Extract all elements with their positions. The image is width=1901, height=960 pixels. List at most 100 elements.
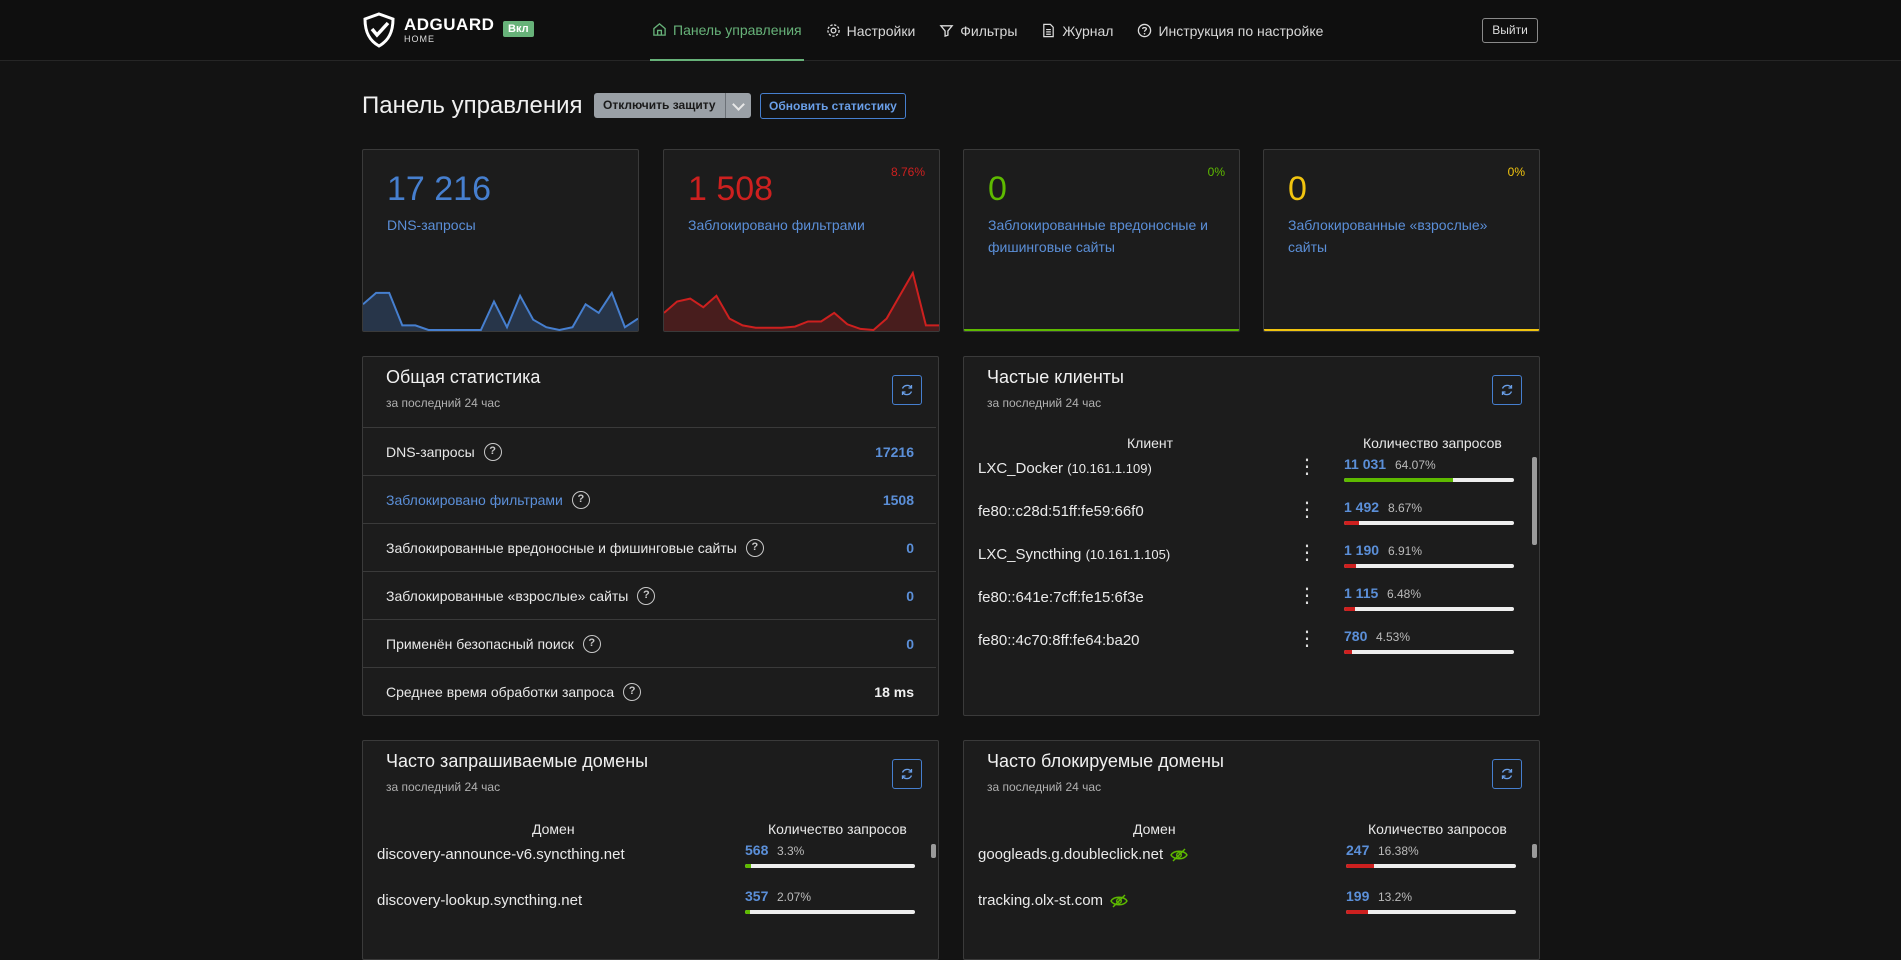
- protection-status-badge: Вкл: [503, 21, 534, 37]
- more-options-icon[interactable]: ⋮: [1297, 500, 1317, 520]
- more-options-icon[interactable]: ⋮: [1297, 586, 1317, 606]
- card-label: Заблокированные вредоносные и фишинговые…: [988, 217, 1208, 255]
- stat-row-safesearch: Применён безопасный поиск? 0: [363, 619, 936, 667]
- card-percent: 8.76%: [890, 165, 925, 179]
- row-name-text: discovery-announce-v6.syncthing.net: [377, 846, 625, 863]
- stat-row-malware: Заблокированные вредоносные и фишинговые…: [363, 523, 936, 571]
- scrollbar-thumb[interactable]: [931, 844, 936, 858]
- row-count[interactable]: 247: [1346, 842, 1369, 858]
- refresh-statistics-button[interactable]: Обновить статистику: [760, 93, 906, 119]
- domain-name[interactable]: discovery-lookup.syncthing.net: [377, 892, 582, 909]
- refresh-button[interactable]: [892, 759, 922, 789]
- adguard-logo[interactable]: ADGUARD HOME: [362, 12, 494, 48]
- blocked-sparkline: [664, 270, 939, 331]
- top-navbar: ADGUARD HOME Вкл Панель управления Настр…: [0, 0, 1901, 61]
- client-name[interactable]: fe80::4c70:8ff:fe64:ba20: [978, 632, 1140, 649]
- progress-fill: [1344, 564, 1356, 568]
- refresh-button[interactable]: [1492, 759, 1522, 789]
- client-name[interactable]: LXC_Syncthing (10.161.1.105): [978, 546, 1170, 563]
- row-count[interactable]: 1 190: [1344, 542, 1379, 558]
- stat-value[interactable]: 0: [906, 540, 914, 556]
- domain-name[interactable]: tracking.olx-st.com: [978, 892, 1129, 909]
- row-percent: 64.07%: [1395, 458, 1436, 472]
- panel-subtitle: за последний 24 час: [386, 396, 501, 410]
- sparkline-area: [664, 273, 939, 331]
- refresh-icon: [1501, 768, 1513, 780]
- client-name[interactable]: LXC_Docker (10.161.1.109): [978, 460, 1152, 477]
- scrollbar-thumb[interactable]: [1532, 457, 1537, 545]
- row-count[interactable]: 11 031: [1344, 456, 1386, 472]
- help-icon[interactable]: ?: [483, 442, 502, 461]
- gear-icon: [826, 24, 840, 37]
- row-percent: 2.07%: [777, 890, 812, 904]
- progress-fill: [1344, 521, 1359, 525]
- stat-value[interactable]: 1508: [883, 492, 914, 508]
- row-percent: 4.53%: [1376, 630, 1411, 644]
- stat-label: Среднее время обработки запроса: [386, 683, 615, 700]
- stat-value[interactable]: 17216: [875, 444, 914, 460]
- nav-query-log[interactable]: Журнал: [1039, 0, 1115, 61]
- nav-dashboard[interactable]: Панель управления: [650, 0, 804, 61]
- card-percent: 0%: [1507, 165, 1525, 179]
- stat-label-link[interactable]: Заблокировано фильтрами: [386, 492, 563, 508]
- row-name-text: LXC_Syncthing: [978, 546, 1082, 563]
- domain-name[interactable]: discovery-announce-v6.syncthing.net: [377, 846, 625, 863]
- row-name-text: fe80::641e:7cff:fe15:6f3e: [978, 589, 1144, 606]
- nav-query-log-label: Журнал: [1062, 22, 1114, 39]
- stat-value[interactable]: 0: [906, 636, 914, 652]
- progress-bar: [1344, 521, 1514, 525]
- row-count[interactable]: 1 492: [1344, 499, 1379, 515]
- scrollbar-thumb[interactable]: [1532, 844, 1537, 858]
- disable-protection-button[interactable]: Отключить защиту: [594, 93, 725, 118]
- panel-title: Общая статистика: [386, 367, 541, 387]
- stat-label: Заблокированные «взрослые» сайты: [386, 587, 629, 604]
- client-name[interactable]: fe80::c28d:51ff:fe59:66f0: [978, 503, 1144, 520]
- stat-row-avg-time: Среднее время обработки запроса? 18 ms: [363, 667, 936, 715]
- nav-filters-label: Фильтры: [960, 22, 1018, 39]
- client-ip: (10.161.1.109): [1067, 461, 1152, 476]
- row-name-text: fe80::4c70:8ff:fe64:ba20: [978, 632, 1140, 649]
- refresh-button[interactable]: [1492, 375, 1522, 405]
- client-name[interactable]: fe80::641e:7cff:fe15:6f3e: [978, 589, 1144, 606]
- help-icon[interactable]: ?: [571, 490, 590, 509]
- row-count[interactable]: 780: [1344, 628, 1367, 644]
- card-label: Заблокированные «взрослые» сайты: [1288, 217, 1488, 255]
- table-row: tracking.olx-st.com 199 13.2%: [964, 876, 1524, 928]
- more-options-icon[interactable]: ⋮: [1297, 629, 1317, 649]
- logo-main-text: ADGUARD: [404, 15, 495, 34]
- more-options-icon[interactable]: ⋮: [1297, 457, 1317, 477]
- nav-setup-guide[interactable]: Инструкция по настройке: [1135, 0, 1325, 61]
- logout-button[interactable]: Выйти: [1482, 18, 1538, 43]
- table-row: discovery-announce-v6.syncthing.net 568 3.…: [363, 830, 923, 882]
- row-count[interactable]: 199: [1346, 888, 1369, 904]
- stat-value[interactable]: 0: [906, 588, 914, 604]
- row-name-text: tracking.olx-st.com: [978, 892, 1104, 909]
- refresh-button[interactable]: [892, 375, 922, 405]
- table-row: fe80::4c70:8ff:fe64:ba20 ⋮ 780 4.53%: [964, 616, 1524, 668]
- help-icon[interactable]: ?: [623, 682, 642, 701]
- nav-setup-guide-label: Инструкция по настройке: [1158, 22, 1324, 39]
- table-row: discovery-lookup.syncthing.net 357 2.07%: [363, 876, 923, 928]
- domain-name[interactable]: googleads.g.doubleclick.net: [978, 846, 1189, 863]
- row-count[interactable]: 1 115: [1344, 585, 1378, 601]
- card-value: 0: [1288, 170, 1307, 208]
- help-icon[interactable]: ?: [637, 586, 656, 605]
- progress-bar: [1346, 910, 1516, 914]
- card-baseline: [1264, 329, 1539, 331]
- help-icon[interactable]: ?: [745, 538, 764, 557]
- row-count[interactable]: 357: [745, 888, 768, 904]
- disable-protection-split-button: Отключить защиту: [594, 93, 751, 118]
- nav-filters[interactable]: Фильтры: [937, 0, 1019, 61]
- shield-check-icon: [363, 12, 395, 48]
- chevron-down-icon[interactable]: [724, 93, 751, 118]
- panel-subtitle: за последний 24 час: [386, 780, 501, 794]
- help-icon[interactable]: ?: [582, 634, 601, 653]
- row-count[interactable]: 568: [745, 842, 768, 858]
- eye-off-icon[interactable]: [1109, 893, 1129, 909]
- nav-settings[interactable]: Настройки: [824, 0, 918, 61]
- progress-fill: [745, 864, 751, 868]
- top-domains-panel: Часто запрашиваемые домены за последний …: [362, 740, 939, 960]
- more-options-icon[interactable]: ⋮: [1297, 543, 1317, 563]
- eye-off-icon[interactable]: [1169, 847, 1189, 863]
- stat-label: DNS-запросы: [386, 443, 475, 460]
